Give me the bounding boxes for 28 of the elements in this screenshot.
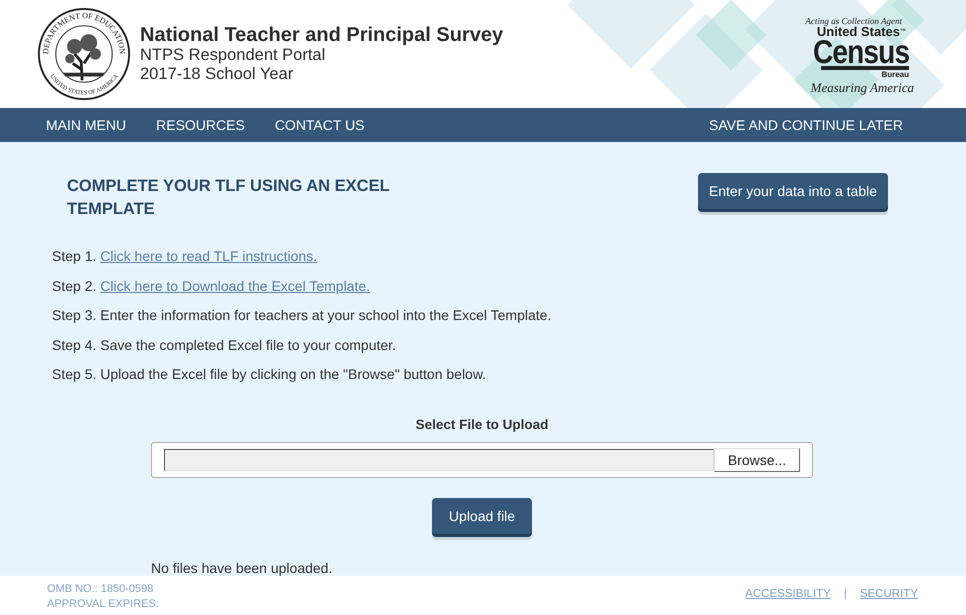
- browse-button[interactable]: Browse...: [714, 448, 800, 472]
- page-heading: COMPLETE YOUR TLF USING AN EXCEL TEMPLATE: [67, 176, 390, 220]
- step-link[interactable]: Click here to Download the Excel Template.: [100, 278, 370, 294]
- nav-link[interactable]: MAIN MENU: [46, 117, 126, 133]
- school-year: 2017-18 School Year: [140, 65, 294, 84]
- agent-note: Acting as Collection Agent: [805, 16, 902, 26]
- omb-number: OMB NO.: 1850-0598: [47, 582, 154, 597]
- step-text: Step 3. Enter the information for teachers at your school into the Excel Template.: [52, 306, 552, 324]
- nav-link[interactable]: CONTACT US: [274, 117, 365, 133]
- file-path-field[interactable]: [164, 449, 714, 471]
- step-label: Step 1.: [52, 248, 98, 264]
- bureau-text: Bureau: [821, 66, 909, 79]
- step-label: Step 2.: [52, 278, 98, 294]
- approval-expiry: APPROVAL EXPIRES:: [47, 597, 159, 612]
- upload-label: Select File to Upload: [416, 417, 548, 432]
- nav-link[interactable]: RESOURCES: [156, 117, 245, 133]
- table-entry-button[interactable]: Enter your data into a table: [698, 173, 888, 209]
- upload-status: No files have been uploaded.: [151, 560, 332, 576]
- step-text: Step 5. Upload the Excel file by clicking on the "Browse" button below.: [52, 365, 488, 383]
- link-separator: |: [844, 588, 847, 602]
- save-later-link[interactable]: SAVE AND CONTINUE LATER: [709, 117, 903, 133]
- survey-title: National Teacher and Principal Survey: [140, 24, 504, 46]
- census-tagline: Measuring America: [810, 80, 914, 96]
- step-text: Step 4. Save the completed Excel file to your computer.: [52, 336, 397, 354]
- step-link[interactable]: Click here to read TLF instructions.: [100, 248, 318, 264]
- upload-button[interactable]: Upload file: [432, 498, 532, 534]
- portal-name: NTPS Respondent Portal: [140, 46, 326, 65]
- census-logo: Census: [812, 38, 909, 66]
